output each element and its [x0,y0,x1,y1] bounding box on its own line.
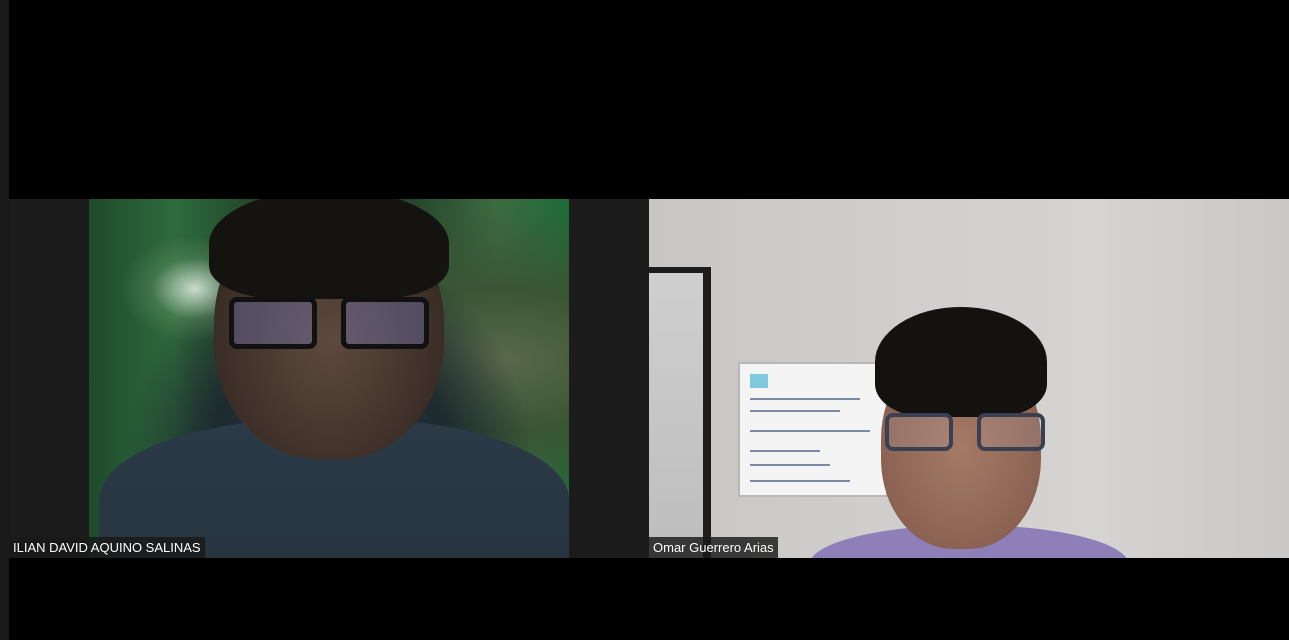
whiteboard-writing-line [750,430,870,432]
glasses-lens-right [341,297,429,349]
participant-2-glasses [885,413,1045,455]
whiteboard-writing-line [750,410,840,412]
participant-video-1 [89,199,569,558]
glasses-lens-left [885,413,953,451]
participant-name-label: ILIAN DAVID AQUINO SALINAS [9,537,205,558]
whiteboard-writing-line [750,398,860,400]
window-left-edge [0,0,9,640]
participant-2-hair [875,307,1047,417]
meeting-stage: ILIAN DAVID AQUINO SALINAS Omar Guerrero… [0,0,1289,640]
participant-1-hair [209,199,449,299]
whiteboard-writing-line [750,480,850,482]
background-window-frame [649,267,711,558]
glasses-lens-right [977,413,1045,451]
whiteboard-sticky-note [750,374,768,388]
glasses-lens-left [229,297,317,349]
participant-video-2 [649,199,1289,558]
participant-1-glasses [229,297,429,353]
background-whiteboard [738,362,888,497]
participant-name-label: Omar Guerrero Arias [649,537,778,558]
whiteboard-writing-line [750,464,830,466]
participant-tile-1[interactable]: ILIAN DAVID AQUINO SALINAS [9,199,649,558]
whiteboard-writing-line [750,450,820,452]
participant-tile-2[interactable]: Omar Guerrero Arias [649,199,1289,558]
